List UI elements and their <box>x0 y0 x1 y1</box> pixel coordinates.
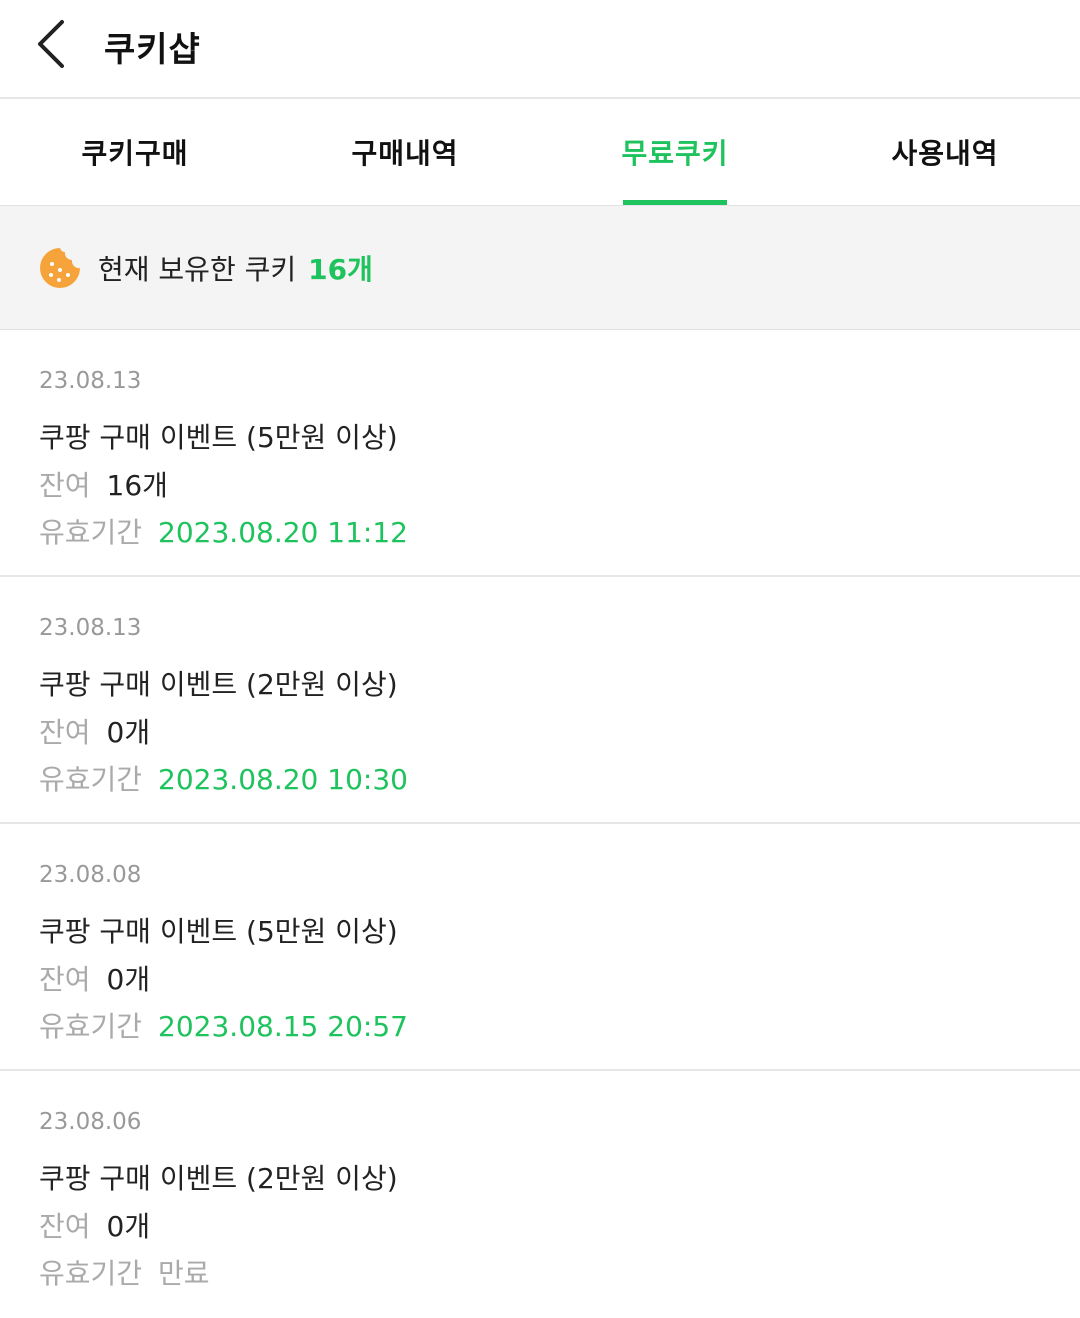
expire-value: 2023.08.20 11:12 <box>158 516 408 549</box>
tab-purchase-history[interactable]: 구매내역 <box>270 99 540 205</box>
tab-free-cookie[interactable]: 무료쿠키 <box>540 99 810 205</box>
cookie-balance-summary: 현재 보유한 쿠키 16개 <box>0 206 1080 330</box>
list-item: 23.08.08 쿠팡 구매 이벤트 (5만원 이상) 잔여 0개 유효기간 202… <box>0 824 1080 1071</box>
item-name: 쿠팡 구매 이벤트 (2만원 이상) <box>39 1162 398 1195</box>
list-item: 23.08.06 쿠팡 구매 이벤트 (2만원 이상) 잔여 0개 유효기간 만료 <box>0 1071 1080 1318</box>
item-name: 쿠팡 구매 이벤트 (5만원 이상) <box>39 915 398 948</box>
item-date: 23.08.08 <box>39 862 142 888</box>
remain-value: 0개 <box>106 716 151 749</box>
tab-usage-history[interactable]: 사용내역 <box>810 99 1080 205</box>
tab-label: 쿠키구매 <box>81 137 189 170</box>
tab-label: 무료쿠키 <box>621 137 729 170</box>
active-tab-indicator <box>623 200 727 205</box>
back-chevron-icon[interactable] <box>32 18 72 70</box>
item-name: 쿠팡 구매 이벤트 (2만원 이상) <box>39 668 398 701</box>
expire-value: 2023.08.15 20:57 <box>158 1010 408 1043</box>
expire-label: 유효기간 <box>39 1010 143 1043</box>
balance-label: 현재 보유한 쿠키 <box>98 252 297 286</box>
balance-count: 16개 <box>308 252 373 286</box>
free-cookie-list: 23.08.13 쿠팡 구매 이벤트 (5만원 이상) 잔여 16개 유효기간 20… <box>0 330 1080 1318</box>
item-date: 23.08.13 <box>39 368 142 394</box>
item-date: 23.08.13 <box>39 615 142 641</box>
list-item: 23.08.13 쿠팡 구매 이벤트 (5만원 이상) 잔여 16개 유효기간 20… <box>0 330 1080 577</box>
expire-label: 유효기간 <box>39 1257 143 1290</box>
app-header: 쿠키샵 <box>0 0 1080 99</box>
cookie-icon <box>40 247 80 288</box>
remain-label: 잔여 <box>39 716 91 749</box>
item-name: 쿠팡 구매 이벤트 (5만원 이상) <box>39 421 398 454</box>
page-title: 쿠키샵 <box>104 30 201 70</box>
remain-label: 잔여 <box>39 963 91 996</box>
expire-value: 만료 <box>158 1257 210 1290</box>
remain-label: 잔여 <box>39 469 91 502</box>
remain-label: 잔여 <box>39 1210 91 1243</box>
remain-value: 0개 <box>106 1210 151 1243</box>
tab-bar: 쿠키구매 구매내역 무료쿠키 사용내역 <box>0 99 1080 206</box>
tab-label: 사용내역 <box>891 137 999 170</box>
item-date: 23.08.06 <box>39 1109 142 1135</box>
tab-label: 구매내역 <box>351 137 459 170</box>
list-item: 23.08.13 쿠팡 구매 이벤트 (2만원 이상) 잔여 0개 유효기간 202… <box>0 577 1080 824</box>
tab-cookie-purchase[interactable]: 쿠키구매 <box>0 99 270 205</box>
expire-label: 유효기간 <box>39 516 143 549</box>
expire-value: 2023.08.20 10:30 <box>158 763 408 796</box>
remain-value: 0개 <box>106 963 151 996</box>
remain-value: 16개 <box>106 469 168 502</box>
expire-label: 유효기간 <box>39 763 143 796</box>
